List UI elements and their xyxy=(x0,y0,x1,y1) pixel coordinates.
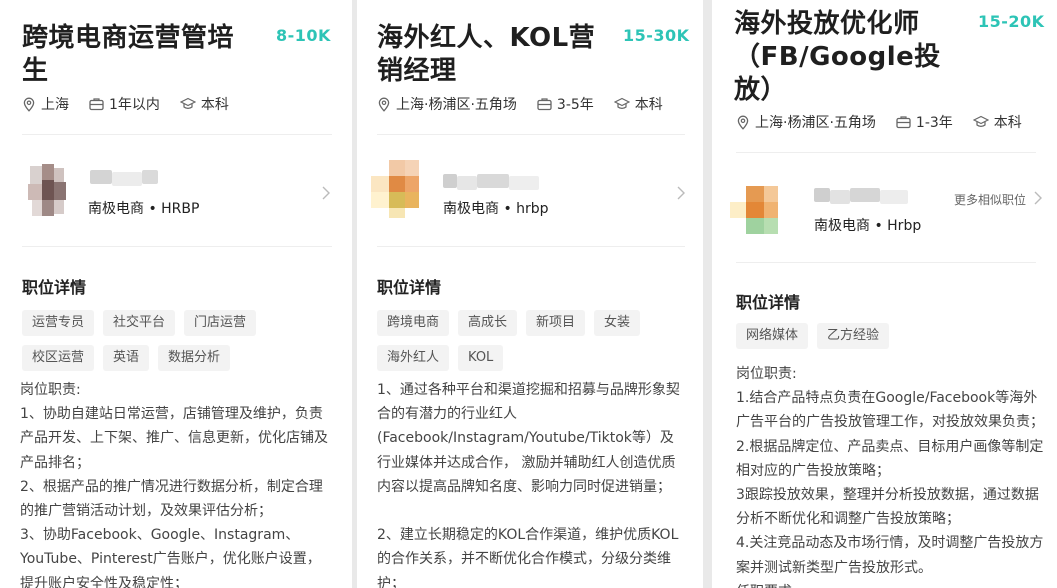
section-title: 职位详情 xyxy=(377,278,442,297)
recruiter-row[interactable]: 南极电商 • hrbp xyxy=(371,160,689,240)
salary: 15-30K xyxy=(623,26,690,45)
divider xyxy=(22,246,332,247)
tag: 乙方经验 xyxy=(817,323,890,349)
job-meta: 上海 1年以内 本科 xyxy=(22,94,229,114)
tag-list: 运营专员 社交平台 门店运营 校区运营 英语 数据分析 xyxy=(22,310,332,371)
job-title: 跨境电商运营管培生 xyxy=(22,23,235,86)
job-description: 岗位职责: 1、协助自建站日常运营，店铺管理及维护，负责产品开发、上下架、推广、… xyxy=(20,378,332,588)
job-title: 海外投放优化师（FB/Google投放） xyxy=(734,9,941,105)
job-description: 1、通过各种平台和渠道挖掘和招募与品牌形象契合的有潜力的行业红人(Faceboo… xyxy=(377,378,687,588)
location-text: 上海·杨浦区·五角场 xyxy=(396,97,517,113)
job-description: 岗位职责: 1.结合产品特点负责在Google/Facebook等海外广告平台的… xyxy=(736,362,1044,588)
recruiter-name-blurred xyxy=(830,190,850,204)
experience-text: 1-3年 xyxy=(915,115,953,131)
tag: 数据分析 xyxy=(158,345,231,371)
similar-jobs-link[interactable]: 更多相似职位 xyxy=(954,191,1026,208)
tag-list: 跨境电商 高成长 新项目 女装 海外红人 KOL xyxy=(377,310,685,371)
experience-item: 1-3年 xyxy=(896,112,953,132)
education-item: 本科 xyxy=(179,94,229,114)
salary: 15-20K xyxy=(978,12,1045,31)
location-item: 上海·杨浦区·五角场 xyxy=(377,94,517,114)
chevron-right-icon[interactable] xyxy=(1034,191,1042,205)
section-title: 职位详情 xyxy=(736,293,801,312)
briefcase-icon xyxy=(896,116,911,129)
tag: 社交平台 xyxy=(103,310,176,336)
avatar xyxy=(730,176,790,242)
education-text: 本科 xyxy=(200,97,229,113)
section-title: 职位详情 xyxy=(22,278,87,297)
experience-item: 3-5年 xyxy=(537,94,594,114)
company-role: 南极电商 • HRBP xyxy=(88,201,200,217)
tag: 女装 xyxy=(594,310,641,336)
tag: 英语 xyxy=(103,345,150,371)
education-item: 本科 xyxy=(972,112,1022,132)
recruiter-name-blurred xyxy=(509,176,539,190)
recruiter-name-blurred xyxy=(477,174,509,188)
tag: 海外红人 xyxy=(377,345,450,371)
recruiter-name-blurred xyxy=(457,176,477,190)
location-text: 上海·杨浦区·五角场 xyxy=(755,115,876,131)
description-text: 1、通过各种平台和渠道挖掘和招募与品牌形象契合的有潜力的行业红人(Faceboo… xyxy=(377,382,680,588)
job-meta: 上海·杨浦区·五角场 3-5年 本科 xyxy=(377,94,663,114)
tag: 校区运营 xyxy=(22,345,95,371)
recruiter-name-blurred xyxy=(850,188,880,202)
briefcase-icon xyxy=(537,98,552,111)
location-text: 上海 xyxy=(41,97,69,113)
job-card-1: 跨境电商运营管培生 8-10K 上海 1年以内 本科 南极电商 • HRBP 职… xyxy=(0,0,352,588)
job-card-2: 海外红人、KOL营销经理 15-30K 上海·杨浦区·五角场 3-5年 本科 南… xyxy=(357,0,703,588)
company-role: 南极电商 • hrbp xyxy=(443,201,549,217)
job-card-3: 海外投放优化师（FB/Google投放） 15-20K 上海·杨浦区·五角场 1… xyxy=(712,0,1057,588)
description-text: 岗位职责: 1.结合产品特点负责在Google/Facebook等海外广告平台的… xyxy=(736,366,1044,588)
experience-text: 3-5年 xyxy=(556,97,594,113)
divider xyxy=(736,262,1036,263)
tag-list: 网络媒体 乙方经验 xyxy=(736,323,1036,349)
graduation-cap-icon xyxy=(613,97,630,109)
experience-text: 1年以内 xyxy=(109,97,160,113)
location-pin-icon xyxy=(737,115,749,130)
tag: 门店运营 xyxy=(184,310,257,336)
tag: KOL xyxy=(458,345,504,371)
avatar xyxy=(22,164,72,218)
location-pin-icon xyxy=(23,97,35,112)
experience-item: 1年以内 xyxy=(89,94,160,114)
divider xyxy=(22,134,332,135)
recruiter-name-blurred xyxy=(90,170,112,184)
recruiter-name-blurred xyxy=(142,170,158,184)
divider xyxy=(736,152,1036,153)
recruiter-row[interactable]: 南极电商 • HRBP xyxy=(22,164,334,244)
recruiter-name-blurred xyxy=(814,188,830,202)
job-title: 海外红人、KOL营销经理 xyxy=(377,23,596,86)
divider xyxy=(377,134,685,135)
graduation-cap-icon xyxy=(179,97,196,109)
tag: 网络媒体 xyxy=(736,323,809,349)
education-item: 本科 xyxy=(613,94,663,114)
briefcase-icon xyxy=(89,98,104,111)
divider xyxy=(377,246,685,247)
chevron-right-icon[interactable] xyxy=(677,186,685,200)
tag: 高成长 xyxy=(458,310,518,336)
company-role: 南极电商 • Hrbp xyxy=(814,218,922,234)
tag: 新项目 xyxy=(526,310,586,336)
recruiter-row[interactable]: 南极电商 • Hrbp 更多相似职位 xyxy=(730,176,1046,256)
location-item: 上海 xyxy=(22,94,69,114)
recruiter-name-blurred xyxy=(443,174,457,188)
job-meta: 上海·杨浦区·五角场 1-3年 本科 xyxy=(736,112,1022,132)
location-pin-icon xyxy=(378,97,390,112)
recruiter-name-blurred xyxy=(112,172,142,186)
description-text: 岗位职责: 1、协助自建站日常运营，店铺管理及维护，负责产品开发、上下架、推广、… xyxy=(20,382,328,588)
location-item: 上海·杨浦区·五角场 xyxy=(736,112,876,132)
avatar xyxy=(371,160,431,220)
salary: 8-10K xyxy=(276,26,331,45)
education-text: 本科 xyxy=(993,115,1022,131)
tag: 跨境电商 xyxy=(377,310,450,336)
chevron-right-icon[interactable] xyxy=(322,186,330,200)
tag: 运营专员 xyxy=(22,310,95,336)
recruiter-name-blurred xyxy=(880,190,908,204)
graduation-cap-icon xyxy=(972,115,989,127)
education-text: 本科 xyxy=(634,97,663,113)
